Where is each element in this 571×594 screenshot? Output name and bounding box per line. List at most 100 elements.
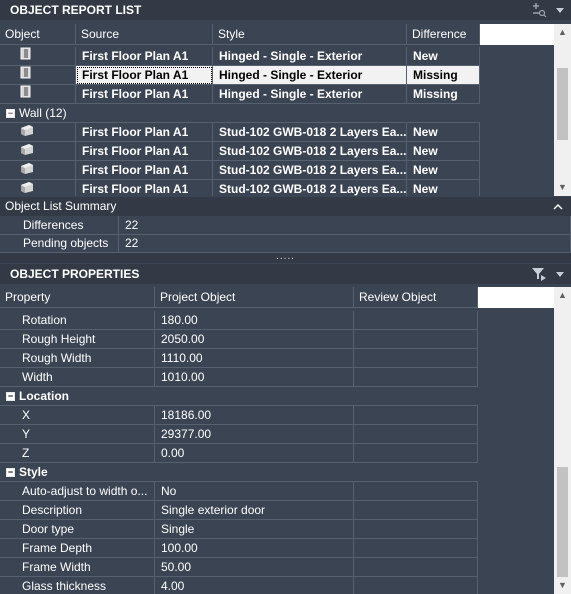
wall-icon <box>20 161 34 174</box>
summary-header[interactable]: Object List Summary <box>0 197 571 216</box>
table-row-selected[interactable]: First Floor Plan A1 Hinged - Single - Ex… <box>0 66 480 85</box>
col-header-object[interactable]: Object <box>0 24 76 45</box>
property-row[interactable]: Glass thickness 4.00 <box>0 577 478 594</box>
col-header-review-object[interactable]: Review Object <box>354 287 478 308</box>
door-icon <box>20 66 32 79</box>
group-label-cell: − Wall (12) <box>0 104 480 123</box>
project-object-value: 18186.00 <box>155 406 354 425</box>
property-row[interactable]: Auto-adjust to width o... No <box>0 482 478 501</box>
difference-cell: Missing <box>407 85 480 104</box>
property-row[interactable]: X 18186.00 <box>0 406 478 425</box>
report-panel-title: OBJECT REPORT LIST <box>10 3 142 17</box>
difference-cell: New <box>407 123 480 142</box>
property-name: X <box>0 406 155 425</box>
object-report-table: Object Source Style Difference First Flo… <box>0 24 571 196</box>
col-header-project-object[interactable]: Project Object <box>155 287 354 308</box>
col-header-style[interactable]: Style <box>213 24 407 45</box>
scroll-up-icon[interactable]: ▲ <box>554 24 571 41</box>
source-cell: First Floor Plan A1 <box>76 66 213 85</box>
difference-cell: Missing <box>407 66 480 85</box>
group-label: Wall (12) <box>19 106 67 120</box>
project-object-value: 2050.00 <box>155 330 354 349</box>
object-cell <box>0 66 76 85</box>
object-cell <box>0 180 76 196</box>
property-row[interactable]: Frame Width 50.00 <box>0 558 478 577</box>
summary-value: 22 <box>119 216 571 235</box>
object-cell <box>0 47 76 66</box>
panel-splitter[interactable]: ..... <box>0 252 571 263</box>
scroll-down-icon[interactable]: ▼ <box>554 179 571 196</box>
review-object-value <box>354 558 478 577</box>
table-row[interactable]: First Floor Plan A1 Hinged - Single - Ex… <box>0 85 480 104</box>
project-object-value: 50.00 <box>155 558 354 577</box>
property-name: Y <box>0 425 155 444</box>
highlight-icon[interactable] <box>531 2 547 23</box>
property-row[interactable]: Description Single exterior door <box>0 501 478 520</box>
project-object-value: No <box>155 482 354 501</box>
source-cell: First Floor Plan A1 <box>76 142 213 161</box>
project-object-value: Single <box>155 520 354 539</box>
col-header-source[interactable]: Source <box>76 24 213 45</box>
collapse-icon[interactable]: − <box>6 468 15 478</box>
property-row[interactable]: Width 1010.00 <box>0 368 478 387</box>
properties-scrollbar[interactable]: ▲ ▼ <box>554 287 571 594</box>
style-cell: Stud-102 GWB-018 2 Layers Ea... <box>213 142 407 161</box>
object-cell <box>0 161 76 180</box>
category-label-cell: − Location <box>0 387 478 406</box>
project-object-value: 29377.00 <box>155 425 354 444</box>
scroll-thumb[interactable] <box>557 68 568 140</box>
review-object-value <box>354 406 478 425</box>
source-cell: First Floor Plan A1 <box>76 123 213 142</box>
review-object-value <box>354 444 478 463</box>
property-row[interactable]: Rough Width 1110.00 <box>0 349 478 368</box>
property-name: Description <box>0 501 155 520</box>
report-scrollbar[interactable]: ▲ ▼ <box>554 24 571 196</box>
collapse-icon[interactable]: − <box>6 392 15 402</box>
col-header-property[interactable]: Property <box>0 287 155 308</box>
col-header-difference[interactable]: Difference <box>407 24 480 45</box>
category-row-style[interactable]: − Style <box>0 463 478 482</box>
summary-row: Differences 22 <box>0 216 571 235</box>
table-row[interactable]: First Floor Plan A1 Stud-102 GWB-018 2 L… <box>0 142 480 161</box>
review-object-value <box>354 482 478 501</box>
source-cell: First Floor Plan A1 <box>76 85 213 104</box>
review-object-value <box>354 539 478 558</box>
project-object-value: 0.00 <box>155 444 354 463</box>
property-row[interactable]: Z 0.00 <box>0 444 478 463</box>
difference-cell: New <box>407 142 480 161</box>
wall-icon <box>20 142 34 155</box>
summary-value: 22 <box>119 234 571 253</box>
summary-table: Differences 22 Pending objects 22 <box>0 216 571 253</box>
property-name: Auto-adjust to width o... <box>0 482 155 501</box>
project-object-value: 100.00 <box>155 539 354 558</box>
table-row[interactable]: First Floor Plan A1 Stud-102 GWB-018 2 L… <box>0 123 480 142</box>
project-object-value: 1110.00 <box>155 349 354 368</box>
scroll-up-icon[interactable]: ▲ <box>554 287 571 304</box>
style-cell: Stud-102 GWB-018 2 Layers Ea... <box>213 180 407 196</box>
group-row-wall[interactable]: − Wall (12) <box>0 104 480 123</box>
property-name: Glass thickness <box>0 577 155 594</box>
collapse-icon[interactable]: − <box>6 109 15 119</box>
menu-caret-icon[interactable] <box>555 2 565 23</box>
property-row[interactable]: Rotation 180.00 <box>0 311 478 330</box>
filter-icon[interactable] <box>531 266 547 287</box>
summary-title: Object List Summary <box>5 199 117 213</box>
property-row[interactable]: Frame Depth 100.00 <box>0 539 478 558</box>
table-row[interactable]: First Floor Plan A1 Stud-102 GWB-018 2 L… <box>0 161 480 180</box>
property-row[interactable]: Door type Single <box>0 520 478 539</box>
property-row[interactable]: Rough Height 2050.00 <box>0 330 478 349</box>
menu-caret-icon[interactable] <box>555 266 565 287</box>
property-name: Rough Height <box>0 330 155 349</box>
property-row[interactable]: Y 29377.00 <box>0 425 478 444</box>
property-name: Frame Width <box>0 558 155 577</box>
table-row[interactable]: First Floor Plan A1 Hinged - Single - Ex… <box>0 47 480 66</box>
property-name: Frame Depth <box>0 539 155 558</box>
source-cell: First Floor Plan A1 <box>76 47 213 66</box>
category-row-location[interactable]: − Location <box>0 387 478 406</box>
scroll-down-icon[interactable]: ▼ <box>554 577 571 594</box>
source-cell: First Floor Plan A1 <box>76 180 213 196</box>
object-properties-table: Property Project Object Review Object Ro… <box>0 287 571 594</box>
review-object-value <box>354 520 478 539</box>
scroll-thumb[interactable] <box>557 467 568 577</box>
table-row[interactable]: First Floor Plan A1 Stud-102 GWB-018 2 L… <box>0 180 480 196</box>
